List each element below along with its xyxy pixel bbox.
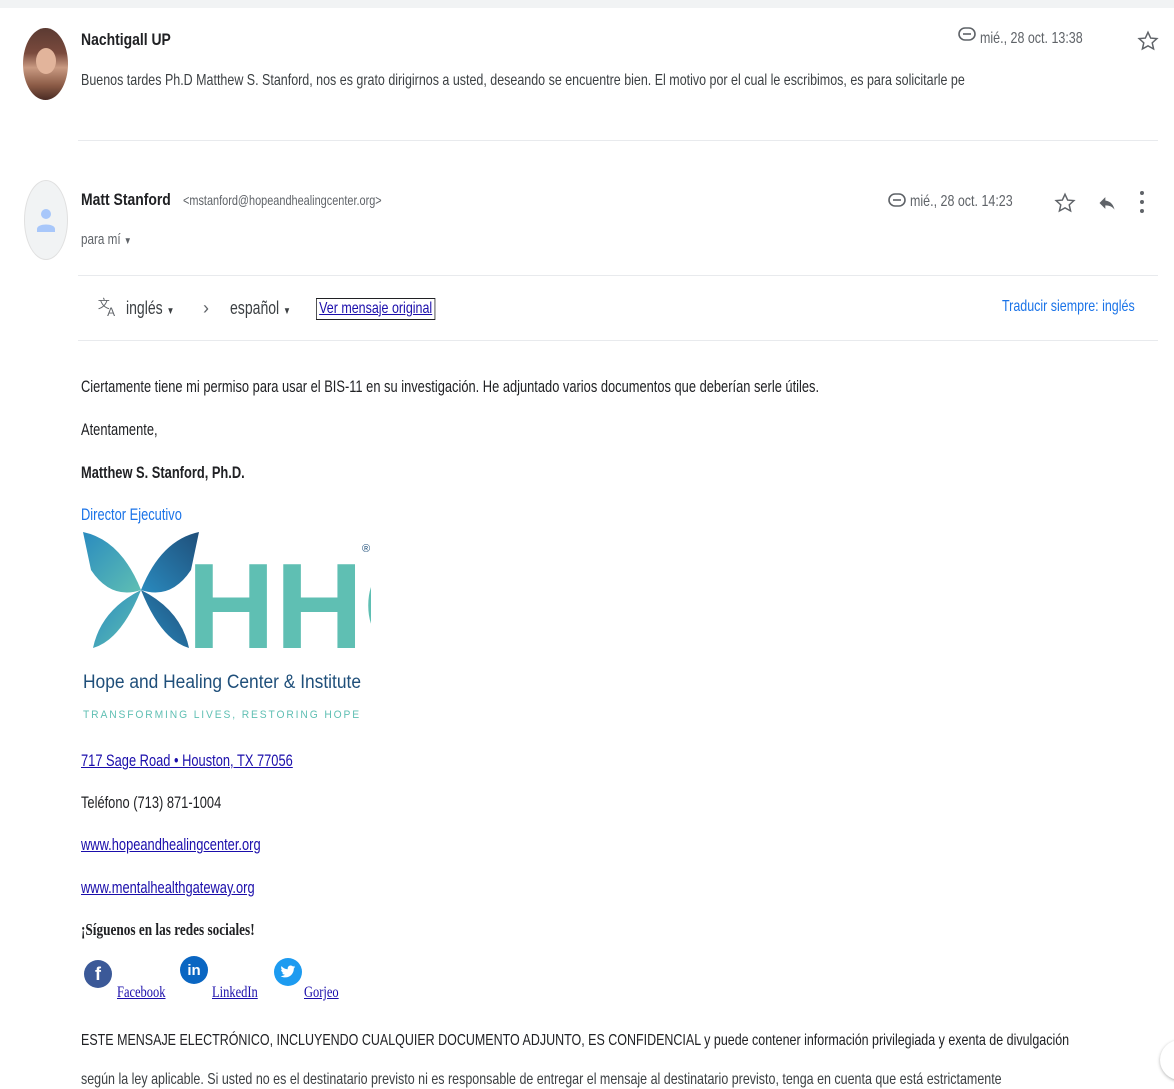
disclaimer: según la ley aplicable. Si usted no es e… — [81, 1071, 1002, 1088]
reply-icon[interactable] — [1097, 193, 1117, 218]
always-translate-button[interactable]: Traducir siempre: inglés — [1002, 298, 1135, 316]
logo-text: HHCI — [187, 538, 371, 674]
target-language: español — [230, 298, 280, 318]
divider — [78, 140, 1158, 141]
target-language-dropdown[interactable]: español ▼ — [230, 298, 308, 319]
website-link[interactable]: www.hopeandhealingcenter.org — [81, 836, 261, 855]
chevron-down-icon: ▼ — [123, 236, 132, 247]
view-original-link[interactable]: Ver mensaje original — [316, 298, 436, 320]
sender-email: <mstanford@hopeandhealingcenter.org> — [183, 192, 382, 208]
star-icon[interactable] — [1054, 192, 1076, 219]
body-paragraph: Ciertamente tiene mi permiso para usar e… — [81, 378, 820, 396]
translate-icon: 文A — [97, 296, 119, 323]
signature-name: Matthew S. Stanford, Ph.D. — [81, 464, 245, 482]
source-language-dropdown[interactable]: inglés ▼ — [126, 298, 188, 319]
social-heading: ¡Síguenos en las redes sociales! — [81, 920, 255, 939]
closing: Atentamente, — [81, 421, 158, 439]
attachment-icon — [958, 27, 976, 46]
recipient-label: para mí — [81, 231, 121, 248]
divider — [78, 275, 1158, 276]
message-date: mié., 28 oct. 13:38 — [980, 30, 1083, 47]
sender-avatar-matt[interactable] — [24, 180, 68, 260]
attachment-icon — [888, 193, 906, 212]
chevron-right-icon: › — [203, 298, 209, 318]
facebook-icon[interactable]: f — [84, 960, 112, 988]
website-link[interactable]: www.mentalhealthgateway.org — [81, 879, 255, 898]
twitter-icon[interactable] — [274, 958, 302, 986]
logo-tagline: TRANSFORMING LIVES, RESTORING HOPE — [83, 709, 361, 721]
sender-name[interactable]: Nachtigall UP — [81, 30, 171, 50]
sender-avatar-nachtigall[interactable] — [23, 28, 68, 100]
linkedin-icon[interactable]: in — [180, 956, 208, 984]
divider — [78, 340, 1158, 341]
address-link[interactable]: 717 Sage Road • Houston, TX 77056 — [81, 752, 293, 771]
signature-title: Director Ejecutivo — [81, 506, 182, 524]
phone: Teléfono (713) 871-1004 — [81, 794, 222, 812]
star-icon[interactable] — [1137, 30, 1159, 57]
svg-text:®: ® — [362, 543, 370, 555]
message-snippet[interactable]: Buenos tardes Ph.D Matthew S. Stanford, … — [81, 72, 965, 90]
top-band — [0, 0, 1174, 8]
logo-org: Hope and Healing Center & Institute — [83, 672, 361, 693]
recipient-dropdown[interactable]: para mí ▼ — [81, 231, 146, 248]
message-date: mié., 28 oct. 14:23 — [910, 193, 1013, 210]
twitter-link[interactable]: Gorjeo — [304, 984, 339, 1002]
chevron-down-icon: ▼ — [283, 306, 291, 317]
chevron-down-icon: ▼ — [166, 306, 175, 317]
more-options-icon[interactable] — [1138, 189, 1146, 220]
hhci-logo[interactable]: HHCI ® Hope and Healing Center & Institu… — [81, 530, 485, 730]
svg-text:A: A — [107, 305, 115, 318]
disclaimer: ESTE MENSAJE ELECTRÓNICO, INCLUYENDO CUA… — [81, 1032, 1070, 1049]
sender-name[interactable]: Matt Stanford — [81, 190, 171, 210]
linkedin-link[interactable]: LinkedIn — [212, 984, 258, 1002]
facebook-link[interactable]: Facebook — [117, 984, 166, 1002]
source-language: inglés — [126, 298, 163, 318]
